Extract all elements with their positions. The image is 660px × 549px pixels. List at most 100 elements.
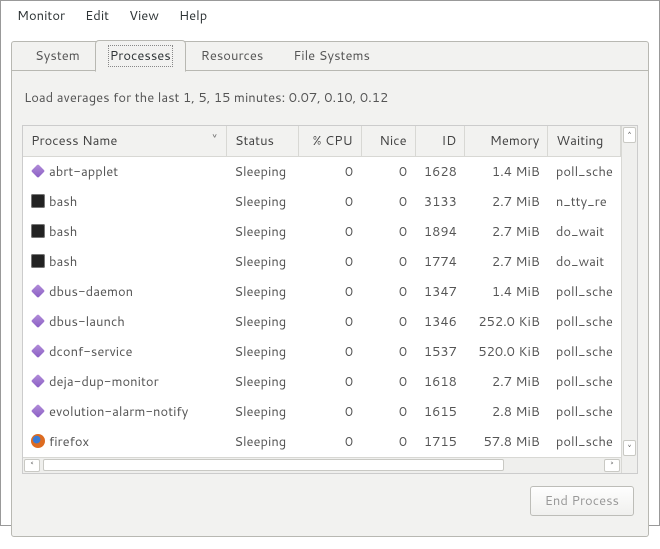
cell-status: Sleeping [226,187,299,217]
cell-id: 3133 [415,187,465,217]
table-row[interactable]: dbus-launchSleeping001346252.0 KiBpoll_s… [23,307,621,337]
processes-panel: Load averages for the last 1, 5, 15 minu… [12,71,648,526]
cell-process-name: bash [23,217,226,247]
tab-processes[interactable]: Processes [95,40,186,72]
cell-process-name: bash [23,247,226,277]
cell-id: 1774 [415,247,465,277]
cell-status: Sleeping [226,367,299,397]
column-header-id[interactable]: ID [415,126,465,157]
cell-cpu: 0 [299,367,361,397]
cell-status: Sleeping [226,247,299,277]
cell-wait: poll_sche [548,427,621,457]
cell-mem: 2.7 MiB [465,367,548,397]
cell-mem: 2.7 MiB [465,217,548,247]
cell-id: 1618 [415,367,465,397]
term-icon [31,194,45,208]
sort-indicator-icon: ˅ [211,132,218,150]
table-row[interactable]: bashSleeping0017742.7 MiBdo_wait [23,247,621,277]
tab-resources[interactable]: Resources [186,40,279,71]
cell-process-name: evolution-alarm-notify [23,397,226,427]
table-row[interactable]: bashSleeping0018942.7 MiBdo_wait [23,217,621,247]
term-icon [31,224,45,238]
cell-id: 1347 [415,277,465,307]
table-row[interactable]: abrt-appletSleeping0016281.4 MiBpoll_sch… [23,157,621,188]
cell-nice: 0 [361,427,415,457]
cell-nice: 0 [361,247,415,277]
table-row[interactable]: bashSleeping0031332.7 MiBn_tty_re [23,187,621,217]
cell-cpu: 0 [299,217,361,247]
scroll-track[interactable] [622,144,637,439]
column-header-waiting[interactable]: Waiting [548,126,621,157]
table-row[interactable]: firefoxSleeping00171557.8 MiBpoll_sche [23,427,621,457]
cell-id: 1537 [415,337,465,367]
cell-process-name: abrt-applet [23,157,226,188]
menu-edit[interactable]: Edit [75,4,119,28]
cell-cpu: 0 [299,187,361,217]
cell-mem: 2.7 MiB [465,247,548,277]
cell-status: Sleeping [226,397,299,427]
scrollbar-corner [621,457,637,473]
tab-system[interactable]: System [20,40,95,71]
cell-process-name: dconf-service [23,337,226,367]
cell-status: Sleeping [226,157,299,188]
diamond-icon [31,164,45,178]
diamond-icon [31,374,45,388]
cell-wait: poll_sche [548,157,621,188]
scroll-thumb[interactable] [43,459,504,471]
cell-status: Sleeping [226,337,299,367]
menu-help[interactable]: Help [169,4,217,28]
column-header-nice[interactable]: Nice [361,126,415,157]
scroll-left-button[interactable]: ˂ [24,459,40,472]
column-header-process-name[interactable]: Process Name˅ [23,126,226,157]
column-header-status[interactable]: Status [226,126,299,157]
cell-process-name: firefox [23,427,226,457]
cell-nice: 0 [361,157,415,188]
term-icon [31,254,45,268]
cell-wait: poll_sche [548,397,621,427]
menu-monitor[interactable]: Monitor [7,4,75,28]
cell-mem: 1.4 MiB [465,157,548,188]
cell-nice: 0 [361,217,415,247]
column-header--cpu[interactable]: % CPU [299,126,361,157]
scroll-track[interactable] [41,458,603,473]
cell-cpu: 0 [299,247,361,277]
process-table-container: Process Name˅Status% CPUNiceIDMemoryWait… [22,125,638,474]
table-row[interactable]: evolution-alarm-notifySleeping0016152.8 … [23,397,621,427]
cell-nice: 0 [361,397,415,427]
cell-status: Sleeping [226,217,299,247]
tab-file-systems[interactable]: File Systems [278,40,385,71]
end-process-button[interactable]: End Process [530,486,634,516]
table-row[interactable]: dconf-serviceSleeping001537520.0 KiBpoll… [23,337,621,367]
cell-cpu: 0 [299,157,361,188]
scroll-up-button[interactable]: ˄ [623,127,636,143]
cell-status: Sleeping [226,277,299,307]
cell-nice: 0 [361,277,415,307]
table-row[interactable]: dbus-daemonSleeping0013471.4 MiBpoll_sch… [23,277,621,307]
scroll-down-button[interactable]: ˅ [623,440,636,456]
vertical-scrollbar[interactable]: ˄ ˅ [621,126,637,457]
cell-id: 1628 [415,157,465,188]
cell-nice: 0 [361,187,415,217]
process-table[interactable]: Process Name˅Status% CPUNiceIDMemoryWait… [23,126,621,457]
scroll-right-button[interactable]: ˃ [604,459,620,472]
cell-id: 1615 [415,397,465,427]
cell-nice: 0 [361,337,415,367]
table-header-row: Process Name˅Status% CPUNiceIDMemoryWait… [23,126,621,157]
tabstrip: SystemProcessesResourcesFile Systems [12,41,648,71]
horizontal-scrollbar[interactable]: ˂ ˃ [23,457,621,473]
cell-id: 1715 [415,427,465,457]
menu-view[interactable]: View [119,4,169,28]
ff-icon [31,434,45,448]
diamond-icon [31,344,45,358]
diamond-icon [31,284,45,298]
column-header-memory[interactable]: Memory [465,126,548,157]
cell-wait: n_tty_re [548,187,621,217]
table-row[interactable]: deja-dup-monitorSleeping0016182.7 MiBpol… [23,367,621,397]
cell-id: 1346 [415,307,465,337]
cell-wait: do_wait [548,217,621,247]
cell-status: Sleeping [226,427,299,457]
diamond-icon [31,404,45,418]
panel-footer: End Process [22,474,638,516]
cell-mem: 2.7 MiB [465,187,548,217]
cell-process-name: bash [23,187,226,217]
